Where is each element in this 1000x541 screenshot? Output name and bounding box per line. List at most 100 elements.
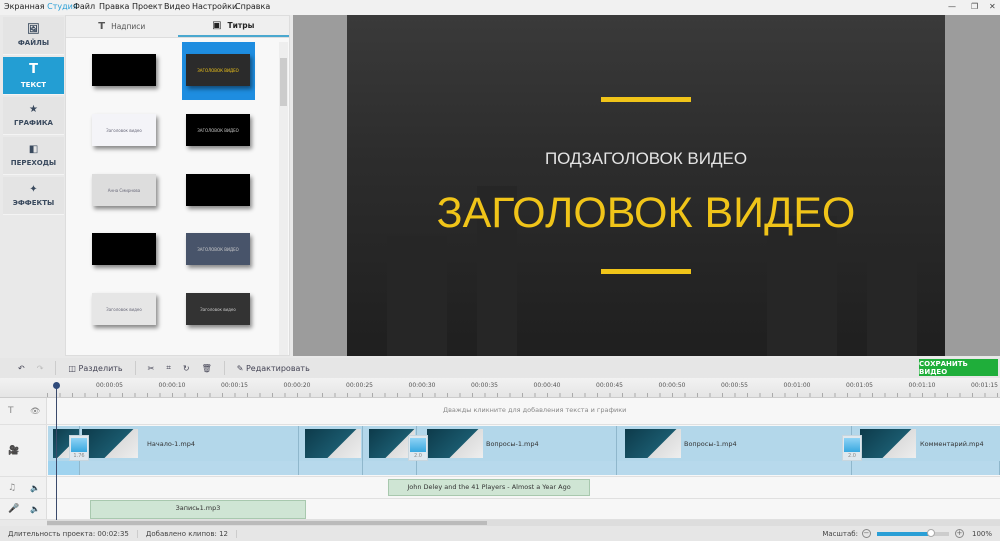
transition[interactable]: 2.0 [408, 435, 428, 461]
title-template-thumb[interactable] [92, 233, 156, 265]
title-template-thumb[interactable]: Заголовок видео [92, 114, 156, 146]
project-duration: Длительность проекта: 00:02:35 [0, 529, 138, 538]
edit-button[interactable]: ✎ Редактировать [237, 364, 310, 373]
delete-button[interactable]: 🗑 [202, 364, 212, 373]
music-clip[interactable]: John Deley and the 41 Players - Almost a… [388, 479, 590, 496]
transition[interactable]: 1.76 [69, 435, 89, 461]
tab-captions[interactable]: T Надписи [66, 16, 178, 37]
voice-clip[interactable]: Запись1.mp3 [90, 500, 306, 519]
tab-label: Титры [227, 21, 255, 30]
edit-label: Редактировать [245, 363, 310, 373]
menu-settings[interactable]: Настройки [192, 2, 237, 11]
music-clip-label: John Deley and the 41 Players - Almost a… [407, 483, 571, 491]
title-template-thumb[interactable]: Заголовок видео [186, 293, 250, 325]
sidebar-item-effects[interactable]: ✦ ЭФФЕКТЫ [3, 177, 64, 215]
title-template-thumb[interactable] [186, 174, 250, 206]
save-video-button[interactable]: СОХРАНИТЬ ВИДЕО [919, 359, 998, 376]
sidebar-item-transitions[interactable]: ◧ ПЕРЕХОДЫ [3, 137, 64, 175]
app-logo: Экранная Студия [4, 2, 78, 11]
menu-project[interactable]: Проект [132, 2, 162, 11]
minimize-button[interactable]: — [948, 2, 956, 11]
title-template-thumb[interactable] [92, 54, 156, 86]
tab-label: Надписи [111, 22, 146, 31]
rotate-button[interactable]: ↻ [183, 364, 190, 373]
menu-help[interactable]: Справка [235, 2, 270, 11]
maximize-button[interactable]: ❐ [971, 2, 978, 11]
split-icon: ◫ [68, 363, 79, 373]
text-icon: T [29, 62, 38, 77]
close-button[interactable]: ✕ [989, 2, 996, 11]
transitions-icon: ◧ [28, 144, 39, 155]
ruler-tick-label: 00:00:30 [408, 382, 436, 389]
image-icon: 🖼 [27, 24, 40, 35]
clip-subtrack[interactable] [299, 461, 363, 475]
title-template-thumb[interactable]: Анна Смирнова [92, 174, 156, 206]
video-clip[interactable]: Вопросы-1.mp4 [417, 426, 617, 461]
visibility-eye-icon[interactable]: 👁 [30, 407, 40, 416]
tab-titles[interactable]: ▣ Титры [177, 16, 289, 37]
split-button[interactable]: ◫ Разделить [68, 364, 122, 373]
ruler-tick-label: 00:00:40 [533, 382, 561, 389]
clip-subtrack[interactable] [80, 461, 299, 475]
title-template-thumb[interactable]: ЗАГОЛОВОК ВИДЕО [186, 54, 250, 86]
title-template-thumb[interactable]: ЗАГОЛОВОК ВИДЕО [186, 233, 250, 265]
volume-icon[interactable]: 🔈 [30, 483, 40, 492]
sidebar-item-label: ПЕРЕХОДЫ [10, 159, 57, 167]
clip-subtrack[interactable] [48, 461, 80, 475]
text-track-hint: Дважды кликните для добавления текста и … [443, 406, 627, 414]
transition[interactable]: 2.0 [842, 435, 862, 461]
zoom-in-button[interactable]: + [954, 529, 964, 538]
zoom-value: 100% [971, 529, 992, 538]
text-track[interactable]: T 👁 Дважды кликните для добавления текста… [0, 398, 1000, 425]
music-note-icon: ♫ [8, 482, 17, 493]
clip-subtrack[interactable] [417, 461, 617, 475]
preview-title: ЗАГОЛОВОК ВИДЕО [436, 189, 856, 237]
clip-subtrack[interactable] [363, 461, 417, 475]
app-title-part1: Экранная [4, 2, 48, 11]
timeline-ruler[interactable]: 00:00:05 00:00:10 00:00:15 00:00:20 00:00:25… [0, 378, 1000, 398]
zoom-slider[interactable] [876, 528, 949, 537]
clip-subtrack[interactable] [852, 461, 1000, 475]
ruler-tick-label: 00:00:25 [346, 382, 373, 389]
volume-icon[interactable]: 🔈 [30, 505, 40, 514]
status-bar: Длительность проекта: 00:02:35 Добавлено… [0, 526, 1000, 541]
zoom-out-button[interactable]: − [861, 529, 871, 538]
sidebar-item-files[interactable]: 🖼 ФАЙЛЫ [3, 17, 64, 55]
ruler-tick-label: 00:01:10 [908, 382, 936, 389]
ruler-tick-label: 00:01:05 [846, 382, 873, 389]
star-icon: ★ [29, 104, 38, 115]
undo-button[interactable]: ↶ [18, 364, 25, 373]
menu-file[interactable]: Файл [73, 2, 95, 11]
clip-label: Вопросы-1.mp4 [684, 440, 737, 448]
video-clip[interactable]: Начало-1.mp4 [80, 426, 299, 461]
sidebar-item-text[interactable]: T ТЕКСТ [3, 57, 64, 95]
video-preview: ПОДЗАГОЛОВОК ВИДЕО ЗАГОЛОВОК ВИДЕО [293, 15, 1000, 356]
accent-bar-bottom [601, 269, 691, 274]
ruler-tick-label: 00:00:35 [471, 382, 498, 389]
video-clip[interactable] [299, 426, 363, 461]
menu-edit[interactable]: Правка [99, 2, 129, 11]
crop-button[interactable]: ⌗ [166, 363, 171, 373]
video-clip[interactable]: Комментарий.mp4 [852, 426, 1000, 461]
music-track: ♫ 🔈 John Deley and the 41 Players - Almos… [0, 477, 1000, 499]
video-track: 🎥 Начало-1.mp4 Вопросы-1.mp4 Вопросы-1.m… [0, 425, 1000, 477]
vertical-scrollbar[interactable] [279, 42, 288, 355]
sidebar-item-label: ЭФФЕКТЫ [12, 199, 55, 207]
video-clip[interactable]: Вопросы-1.mp4 [617, 426, 852, 461]
film-icon: ▣ [212, 20, 222, 31]
ruler-tick-label: 00:00:10 [158, 382, 186, 389]
clip-subtrack[interactable] [617, 461, 852, 475]
preview-frame: ПОДЗАГОЛОВОК ВИДЕО ЗАГОЛОВОК ВИДЕО [347, 15, 945, 356]
cut-button[interactable]: ✂ [148, 364, 155, 373]
transition-duration: 2.0 [848, 453, 856, 459]
sidebar-item-label: ГРАФИКА [14, 119, 53, 127]
transition-duration: 1.76 [73, 453, 85, 459]
menu-bar: Экранная Студия Файл Правка Проект Видео… [0, 0, 1000, 15]
title-template-thumb[interactable]: ЗАГОЛОВОК ВИДЕО [186, 114, 250, 146]
playhead[interactable] [53, 382, 60, 520]
ruler-tick-label: 00:00:05 [96, 382, 123, 389]
sidebar-item-graphics[interactable]: ★ ГРАФИКА [3, 97, 64, 135]
redo-button[interactable]: ↷ [37, 364, 44, 373]
title-template-thumb[interactable]: Заголовок видео [92, 293, 156, 325]
menu-video[interactable]: Видео [164, 2, 190, 11]
